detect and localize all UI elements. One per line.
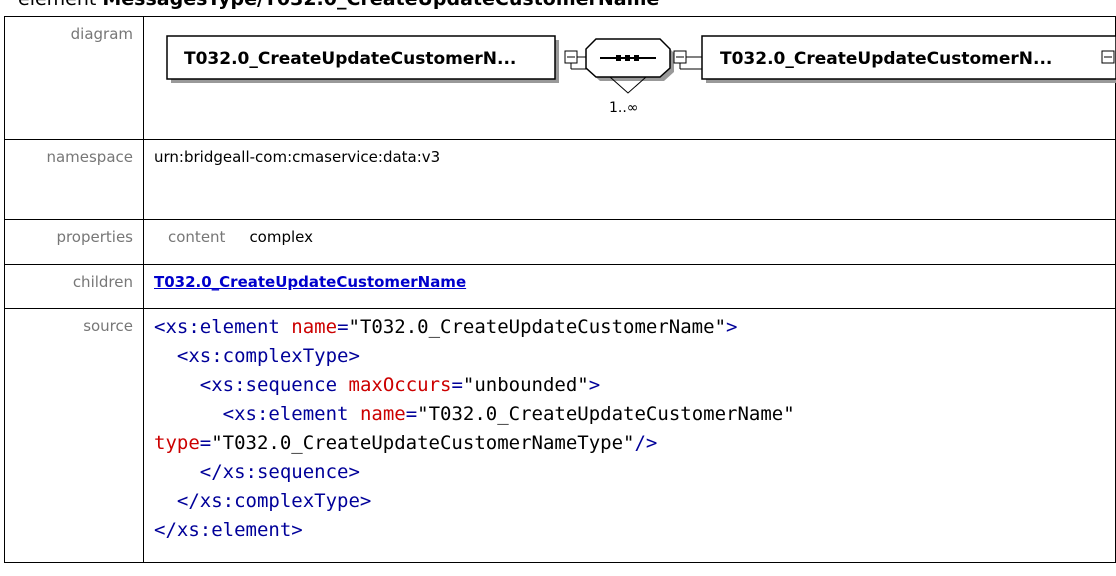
right-node-label: T032.0_CreateUpdateCustomerN... (720, 49, 1052, 69)
row-source: source <xs:element name="T032.0_CreateUp… (4, 308, 1116, 563)
row-label-namespace: namespace (4, 139, 144, 220)
properties-cell: content complex (143, 219, 1116, 265)
child-element-link[interactable]: T032.0_CreateUpdateCustomerName (154, 273, 466, 291)
schema-diagram: T032.0_CreateUpdateCustomerN... 1..∞ T03… (154, 24, 1116, 124)
element-doc-table: diagram T032.0_CreateUpdateCustomerN... (4, 16, 1116, 563)
diagram-cell: T032.0_CreateUpdateCustomerN... 1..∞ T03… (143, 16, 1116, 140)
row-label-diagram: diagram (4, 16, 144, 140)
schema-diagram-svg: T032.0_CreateUpdateCustomerN... 1..∞ T03… (166, 35, 1116, 116)
property-key: content (168, 228, 226, 246)
row-properties: properties content complex (4, 219, 1116, 265)
header-prefix: element (18, 0, 102, 10)
page-header: element MessagesType/T032.0_CreateUpdate… (18, 0, 659, 10)
cardinality-label: 1..∞ (609, 100, 638, 116)
children-cell: T032.0_CreateUpdateCustomerName (143, 264, 1116, 309)
row-label-properties: properties (4, 219, 144, 265)
row-label-children: children (4, 264, 144, 309)
row-label-source: source (4, 308, 144, 563)
property-value: complex (249, 228, 314, 246)
namespace-value: urn:bridgeall-com:cmaservice:data:v3 (143, 139, 1116, 220)
source-cell: <xs:element name="T032.0_CreateUpdateCus… (143, 308, 1116, 563)
row-diagram: diagram T032.0_CreateUpdateCustomerN... (4, 16, 1116, 140)
left-node-label: T032.0_CreateUpdateCustomerN... (184, 49, 516, 69)
row-namespace: namespace urn:bridgeall-com:cmaservice:d… (4, 139, 1116, 220)
source-code: <xs:element name="T032.0_CreateUpdateCus… (154, 316, 795, 541)
row-children: children T032.0_CreateUpdateCustomerName (4, 264, 1116, 309)
header-title: MessagesType/T032.0_CreateUpdateCustomer… (102, 0, 659, 10)
